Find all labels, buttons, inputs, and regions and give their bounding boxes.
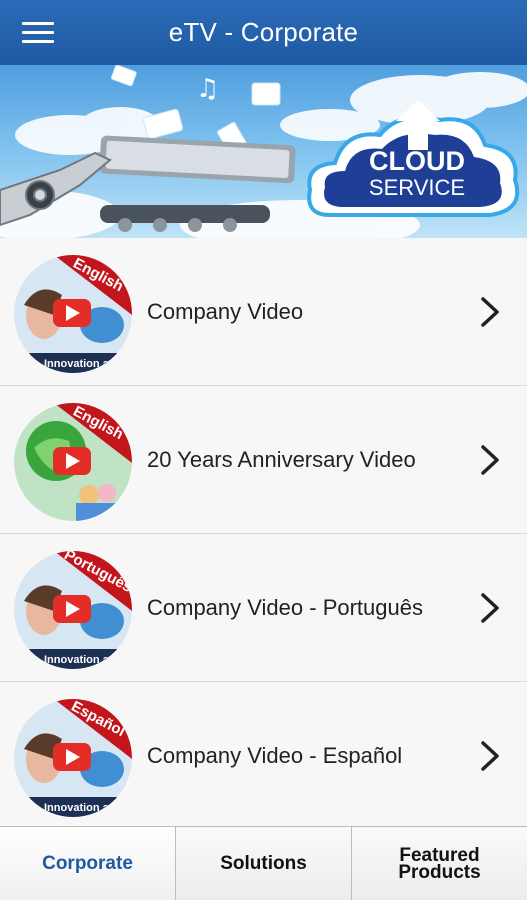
tab-featured[interactable]: Featured Products [351,827,527,900]
play-icon [53,743,91,771]
video-thumbnail: English [14,403,132,521]
tab-label-line2: Products [398,861,481,883]
chevron-right-icon [481,297,499,327]
chevron-right-icon [481,741,499,771]
thumbnail-caption: Innovation a [44,654,110,666]
cloud-service-banner: ♫ CLOUD SERVICE [0,65,527,238]
play-icon [53,299,91,327]
video-title: Company Video - Português [147,595,423,620]
video-thumbnail: Português Innovation a [14,551,132,669]
video-thumbnail: Español Innovation a [14,699,132,817]
play-icon [53,447,91,475]
video-title: 20 Years Anniversary Video [147,447,416,472]
video-list-item[interactable]: Português Innovation a Company Video - P… [0,534,527,682]
thumbnail-caption: Innovation a [44,802,110,814]
video-list-item[interactable]: English Innovation a Company Video [0,238,527,386]
video-thumbnail: English Innovation a [14,255,132,373]
thumbnail-caption: Innovation a [44,358,110,370]
tab-label: Corporate [42,853,133,874]
chevron-right-icon [481,593,499,623]
video-list-item[interactable]: English 20 Years Anniversary Video [0,386,527,534]
chevron-right-icon [481,445,499,475]
video-title: Company Video [147,299,304,324]
bottom-tab-bar: Corporate Solutions Featured Products [0,826,527,900]
video-title: Company Video - Español [147,743,403,768]
tab-solutions[interactable]: Solutions [175,827,351,900]
tab-label: Solutions [220,853,307,874]
video-list: English Innovation a Company Video Engli… [0,238,527,830]
svg-text:♫: ♫ [196,74,219,104]
tab-label: Featured [399,844,480,866]
play-icon [53,595,91,623]
tab-corporate[interactable]: Corporate [0,827,175,900]
cloud-label: CLOUD [369,146,465,176]
video-list-item[interactable]: Español Innovation a Company Video - Esp… [0,682,527,830]
service-label: SERVICE [369,175,465,200]
app-title: eTV - Corporate [168,17,359,47]
banner-illustration: ♫ CLOUD SERVICE [0,65,527,238]
app-bar: eTV - Corporate [0,0,527,65]
